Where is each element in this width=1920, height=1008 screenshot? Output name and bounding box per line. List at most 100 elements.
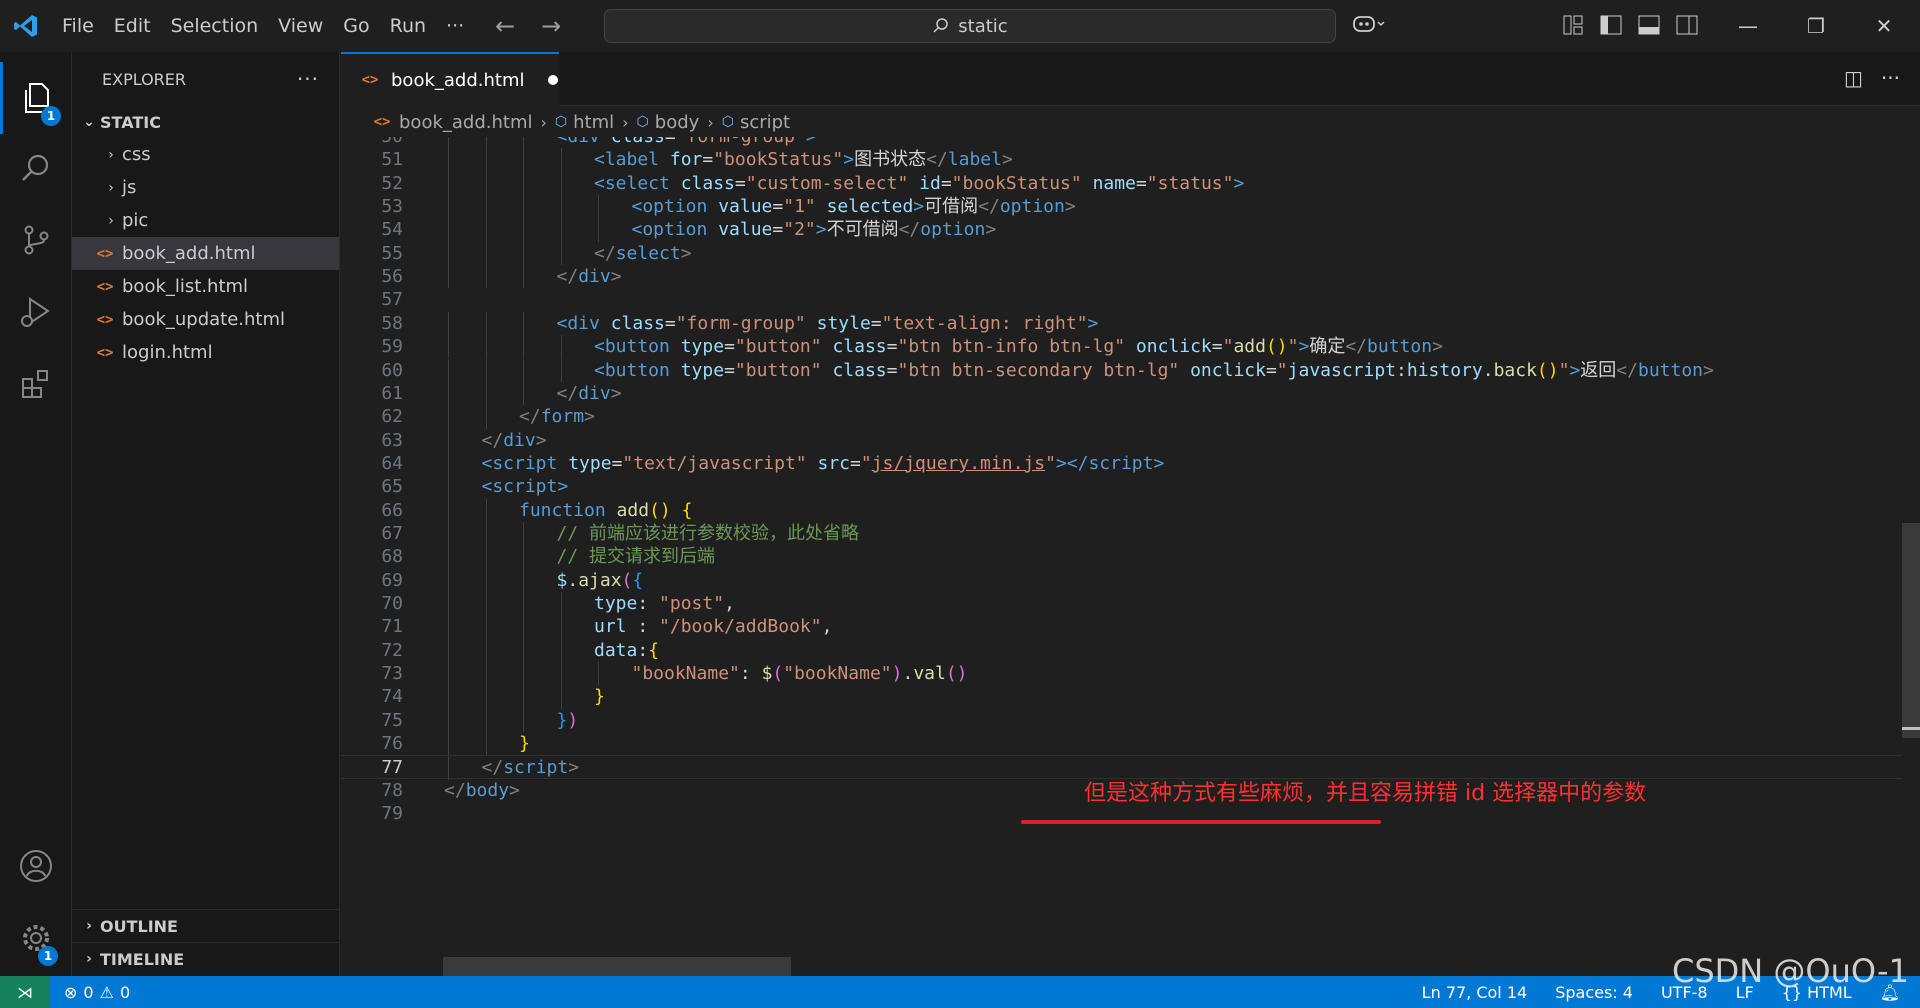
code-line[interactable]: 65 <script> xyxy=(341,475,1902,499)
code-token: class xyxy=(610,312,665,334)
code-token: 确定 xyxy=(1309,336,1346,358)
chevron-right-icon: › xyxy=(108,212,114,229)
code-line[interactable]: 61 </div> xyxy=(341,381,1902,406)
code-line[interactable]: 59 <button type="button" class="btn btn-i… xyxy=(341,335,1902,359)
problems-indicator[interactable]: ⊗ 0 ⚠ 0 xyxy=(64,983,130,1002)
remote-indicator-icon[interactable]: ⋊ xyxy=(0,976,50,1008)
search-sidebar-icon[interactable] xyxy=(0,132,72,204)
code-line[interactable]: 55 </select> xyxy=(341,241,1902,266)
explorer-more-actions[interactable]: ··· xyxy=(297,67,319,91)
code-line[interactable]: 62 </form> xyxy=(341,405,1902,429)
code-line[interactable]: 74} xyxy=(341,685,1902,709)
code-line[interactable]: 52 <select class="custom-select" id="book… xyxy=(341,171,1902,196)
customize-layout-icon[interactable] xyxy=(1560,12,1586,38)
code-token: } xyxy=(594,686,605,708)
code-line[interactable]: 50 <div class="form-group"> xyxy=(341,137,1902,149)
breadcrumb-file[interactable]: book_add.html xyxy=(399,112,532,133)
indent-guide xyxy=(523,568,524,592)
line-number: 53 xyxy=(381,196,403,218)
outline-section[interactable]: › OUTLINE xyxy=(72,909,340,942)
vertical-scrollbar[interactable] xyxy=(1902,137,1920,976)
tree-item-book-add[interactable]: <> book_add.html xyxy=(72,237,339,270)
toggle-secondary-sidebar-icon[interactable] xyxy=(1674,12,1700,38)
code-token: = xyxy=(940,172,952,194)
toggle-panel-icon[interactable] xyxy=(1636,12,1662,38)
menu-selection[interactable]: Selection xyxy=(161,0,269,52)
code-line[interactable]: 53 <option value="1" selected>可借阅</option… xyxy=(341,195,1902,219)
unsaved-dot-icon[interactable] xyxy=(548,75,559,85)
tree-item-js[interactable]: › js xyxy=(72,171,339,204)
close-icon[interactable]: ✕ xyxy=(1850,0,1918,52)
line-number: 70 xyxy=(381,593,403,614)
back-arrow-icon[interactable]: ← xyxy=(490,12,520,40)
cursor-position[interactable]: Ln 77, Col 14 xyxy=(1422,983,1528,1002)
scrollbar-thumb[interactable] xyxy=(1902,523,1920,738)
extensions-icon[interactable] xyxy=(0,348,72,420)
code-line[interactable]: 73 "bookName": $("bookName").val() xyxy=(341,662,1902,686)
code-line[interactable]: 54 <option value="2">不可借阅</option> xyxy=(341,218,1902,242)
split-editor-icon[interactable]: ◫ xyxy=(1844,66,1863,90)
code-line[interactable]: 76} xyxy=(341,732,1902,756)
code-token: data xyxy=(594,639,638,661)
code-line[interactable]: 58 <div class="form-group" style="text-al… xyxy=(341,311,1902,336)
code-line[interactable]: 57 xyxy=(341,288,1902,311)
code-token: : xyxy=(626,616,660,638)
code-line[interactable]: 64 <script type="text/javascript" src="js… xyxy=(341,451,1902,476)
code-editor[interactable]: 79 78 </body> 77 </script> 76} 75}) 74} 73 "bookN… xyxy=(341,137,1902,976)
tree-item-book-update[interactable]: <> book_update.html xyxy=(72,303,339,336)
code-token: type xyxy=(594,593,638,614)
horizontal-scrollbar[interactable] xyxy=(443,957,791,976)
code-line[interactable]: 70 type: "post", xyxy=(341,592,1902,616)
breadcrumb-script[interactable]: script xyxy=(740,112,790,133)
code-token: option xyxy=(920,219,986,241)
tree-item-css[interactable]: › css xyxy=(72,138,339,171)
menu-go[interactable]: Go xyxy=(333,0,379,52)
line-number: 62 xyxy=(381,406,403,428)
code-line[interactable]: 60 <button type="button" class="btn btn-s… xyxy=(341,358,1902,382)
explorer-icon[interactable]: 1 xyxy=(0,62,72,134)
code-token: . xyxy=(1482,359,1494,381)
settings-gear-icon[interactable]: 1 xyxy=(0,902,72,974)
editor-more-icon[interactable]: ··· xyxy=(1881,66,1900,90)
code-line[interactable]: 63 </div> xyxy=(341,428,1902,452)
code-line[interactable]: 72 data:{ xyxy=(341,638,1902,663)
command-center-search[interactable]: static xyxy=(604,9,1336,43)
code-line[interactable]: 68 // 提交请求到后端 xyxy=(341,545,1902,569)
timeline-section[interactable]: › TIMELINE xyxy=(72,942,340,975)
chevron-right-icon: › xyxy=(86,918,92,934)
breadcrumb-body[interactable]: body xyxy=(655,112,700,133)
code-line[interactable]: 67 // 前端应该进行参数校验，此处省略 xyxy=(341,521,1902,546)
minimize-icon[interactable]: — xyxy=(1714,0,1782,52)
menu-view[interactable]: View xyxy=(268,0,333,52)
indentation[interactable]: Spaces: 4 xyxy=(1555,983,1633,1002)
code-token: > xyxy=(913,196,925,218)
forward-arrow-icon[interactable]: → xyxy=(536,12,566,40)
code-token: > xyxy=(815,219,827,241)
code-line[interactable]: 66 function add() { xyxy=(341,498,1902,522)
code-line[interactable]: 51 <label for="bookStatus">图书状态</label> xyxy=(341,148,1902,172)
tree-item-book-list[interactable]: <> book_list.html xyxy=(72,270,339,303)
indent-guide xyxy=(523,708,524,733)
tree-item-login[interactable]: <> login.html xyxy=(72,336,339,369)
code-line[interactable]: 71 url : "/book/addBook", xyxy=(341,615,1902,639)
code-line[interactable]: 69 $.ajax({ xyxy=(341,568,1902,592)
folder-static[interactable]: ⌄ STATIC xyxy=(72,106,339,138)
menu-file[interactable]: File xyxy=(52,0,104,52)
restore-icon[interactable]: ❐ xyxy=(1782,0,1850,52)
toggle-primary-sidebar-icon[interactable] xyxy=(1598,12,1624,38)
menu-run[interactable]: Run xyxy=(380,0,436,52)
tab-book-add[interactable]: <> book_add.html xyxy=(341,52,559,106)
breadcrumb-html[interactable]: html xyxy=(573,112,614,133)
code-line[interactable]: 56 </div> xyxy=(341,265,1902,289)
explorer-badge: 1 xyxy=(41,106,61,126)
copilot-icon[interactable] xyxy=(1352,12,1386,41)
code-line[interactable]: 75}) xyxy=(341,708,1902,733)
run-debug-icon[interactable] xyxy=(0,276,72,348)
tree-item-pic[interactable]: › pic xyxy=(72,204,339,237)
code-token: <option xyxy=(631,196,719,218)
accounts-icon[interactable] xyxy=(0,830,72,902)
source-control-icon[interactable] xyxy=(0,204,72,276)
menu-more[interactable]: ··· xyxy=(436,0,474,52)
indent-guide xyxy=(598,195,599,219)
menu-edit[interactable]: Edit xyxy=(104,0,161,52)
